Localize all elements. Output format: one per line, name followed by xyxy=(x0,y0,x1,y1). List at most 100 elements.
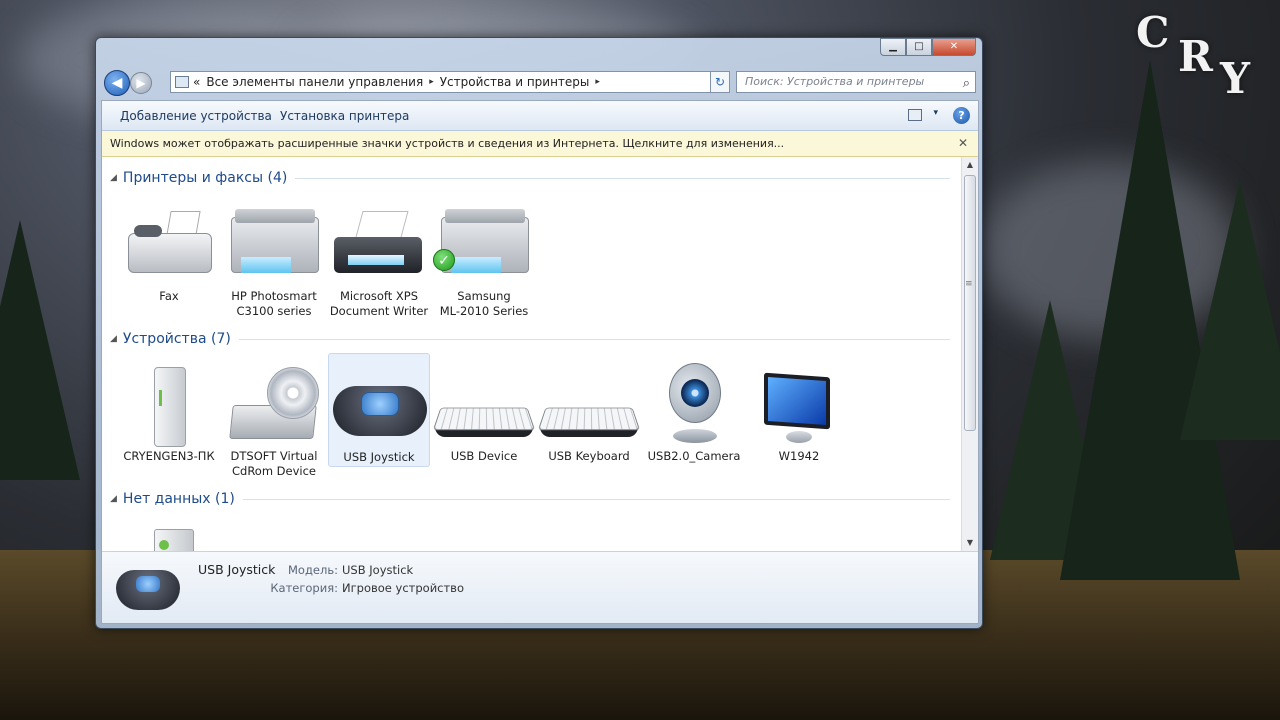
computer-icon xyxy=(118,357,220,449)
device-label: Fax xyxy=(159,289,179,303)
view-options-dropdown-icon[interactable]: ▾ xyxy=(933,108,938,118)
add-printer-button[interactable]: Установка принтера xyxy=(280,109,409,123)
printer-top xyxy=(445,209,525,223)
search-icon[interactable]: ⌕ xyxy=(963,74,970,94)
scroll-up-icon[interactable]: ▲ xyxy=(962,157,978,173)
group-header-no-data[interactable]: ◢ Нет данных (1) xyxy=(110,491,950,507)
change-view-icon[interactable] xyxy=(908,109,922,121)
device-label: CRYENGEN3-ПК xyxy=(123,449,215,463)
device-xps-writer[interactable]: Microsoft XPS Document Writer xyxy=(328,197,430,319)
group-divider xyxy=(295,177,950,179)
group-divider xyxy=(242,498,950,500)
info-bar-close-icon[interactable]: ✕ xyxy=(958,136,968,150)
device-label: Samsung ML-2010 Series xyxy=(439,289,529,318)
monitor-screen xyxy=(768,376,826,426)
maximize-button[interactable]: □ xyxy=(906,38,932,56)
device-fax[interactable]: Fax xyxy=(118,197,220,304)
gamepad-icon xyxy=(116,570,180,610)
printer-default-icon: ✓ xyxy=(433,197,535,289)
desktop-tree xyxy=(1180,180,1280,440)
refresh-button[interactable]: ↻ xyxy=(710,71,730,93)
xps-printer-icon xyxy=(328,197,430,289)
group-header-printers[interactable]: ◢ Принтеры и факсы (4) xyxy=(110,170,950,186)
help-icon[interactable]: ? xyxy=(953,107,970,124)
breadcrumb-separator-icon[interactable]: ▸ xyxy=(595,77,600,87)
device-computer[interactable]: CRYENGEN3-ПК xyxy=(118,357,220,464)
collapse-triangle-icon[interactable]: ◢ xyxy=(110,173,117,183)
scrollbar-grip-icon: ≡ xyxy=(965,279,973,289)
unknown-device-box xyxy=(154,529,194,551)
computer-tower xyxy=(154,367,186,447)
command-bar: Добавление устройства Установка принтера… xyxy=(102,101,978,131)
unknown-device-icon xyxy=(118,517,220,551)
webcam-icon xyxy=(643,357,745,449)
breadcrumb-item[interactable]: Все элементы панели управления xyxy=(206,75,423,89)
details-category-label: Категория: xyxy=(270,581,338,595)
gamepad-center xyxy=(136,576,160,592)
webcam-lens xyxy=(681,379,709,407)
default-checkmark-icon: ✓ xyxy=(433,249,455,271)
webcam-base xyxy=(673,429,717,443)
breadcrumb-item[interactable]: Устройства и принтеры xyxy=(440,75,590,89)
device-monitor-w1942[interactable]: W1942 xyxy=(748,357,850,464)
info-bar-text: Windows может отображать расширенные зна… xyxy=(110,137,785,150)
caption-buttons: ▁ □ ✕ xyxy=(880,38,976,56)
group-divider xyxy=(238,338,950,340)
device-hp-photosmart[interactable]: HP Photosmart C3100 series xyxy=(223,197,325,319)
device-unknown[interactable] xyxy=(118,517,220,551)
vertical-scrollbar[interactable]: ▲ ≡ ▼ xyxy=(961,157,978,551)
device-samsung-ml2010[interactable]: ✓ Samsung ML-2010 Series xyxy=(433,197,535,319)
device-label: USB Device xyxy=(450,449,518,463)
gamepad-icon xyxy=(329,358,429,450)
forward-button[interactable]: ▶ xyxy=(130,72,152,94)
xps-output xyxy=(348,255,404,265)
keyboard-icon xyxy=(537,357,641,449)
breadcrumb-separator-icon[interactable]: ▸ xyxy=(429,77,434,87)
group-title: Принтеры и факсы (4) xyxy=(122,170,288,186)
fax-body xyxy=(128,233,212,273)
control-panel-icon xyxy=(175,76,189,88)
scrollbar-thumb[interactable] xyxy=(964,175,976,431)
search-input[interactable]: Поиск: Устройства и принтеры ⌕ xyxy=(736,71,976,93)
device-label: W1942 xyxy=(778,449,820,463)
content-pane: Добавление устройства Установка принтера… xyxy=(101,100,979,624)
dvd-drive-icon xyxy=(223,357,325,449)
address-bar[interactable]: « Все элементы панели управления ▸ Устро… xyxy=(170,71,730,93)
scroll-down-icon[interactable]: ▼ xyxy=(962,535,978,551)
printer-top xyxy=(235,209,315,223)
device-label: DTSOFT Virtual CdRom Device xyxy=(230,449,318,478)
keyboard-keys xyxy=(537,407,641,431)
collapse-triangle-icon[interactable]: ◢ xyxy=(110,334,117,344)
keyboard-keys xyxy=(432,407,536,431)
minimize-button[interactable]: ▁ xyxy=(880,38,906,56)
devices-printers-window: ▁ □ ✕ ◀ ▶ « Все элементы панели управлен… xyxy=(95,37,983,629)
add-device-button[interactable]: Добавление устройства xyxy=(120,109,272,123)
device-usb-device[interactable]: USB Device xyxy=(432,357,536,464)
info-bar[interactable]: Windows может отображать расширенные зна… xyxy=(102,131,978,157)
collapse-triangle-icon[interactable]: ◢ xyxy=(110,494,117,504)
details-pane: USB Joystick Модель: USB Joystick Катего… xyxy=(102,551,978,623)
back-button[interactable]: ◀ xyxy=(104,70,130,96)
device-label: USB Joystick xyxy=(343,450,415,464)
device-label: Microsoft XPS Document Writer xyxy=(329,289,429,318)
desktop-logo: C R Y xyxy=(1130,8,1270,108)
device-usb-camera[interactable]: USB2.0_Camera xyxy=(643,357,745,464)
group-title: Устройства (7) xyxy=(122,331,231,347)
close-button[interactable]: ✕ xyxy=(932,38,976,56)
device-dtsoft-cdrom[interactable]: DTSOFT Virtual CdRom Device xyxy=(223,357,325,479)
device-usb-keyboard[interactable]: USB Keyboard xyxy=(537,357,641,464)
disc xyxy=(267,367,319,419)
logo-letter: C xyxy=(1136,8,1174,57)
printer-output xyxy=(241,257,291,273)
device-label: HP Photosmart C3100 series xyxy=(231,289,317,318)
device-usb-joystick[interactable]: USB Joystick xyxy=(328,353,430,467)
printer-output xyxy=(451,257,501,273)
search-placeholder: Поиск: Устройства и принтеры xyxy=(745,75,925,88)
logo-letter: R xyxy=(1178,32,1217,81)
fax-handset xyxy=(134,225,162,237)
group-title: Нет данных (1) xyxy=(122,491,235,507)
details-model-label: Модель: xyxy=(288,563,338,577)
breadcrumb-overflow[interactable]: « xyxy=(193,75,200,89)
group-header-devices[interactable]: ◢ Устройства (7) xyxy=(110,331,950,347)
fax-icon xyxy=(118,197,220,289)
